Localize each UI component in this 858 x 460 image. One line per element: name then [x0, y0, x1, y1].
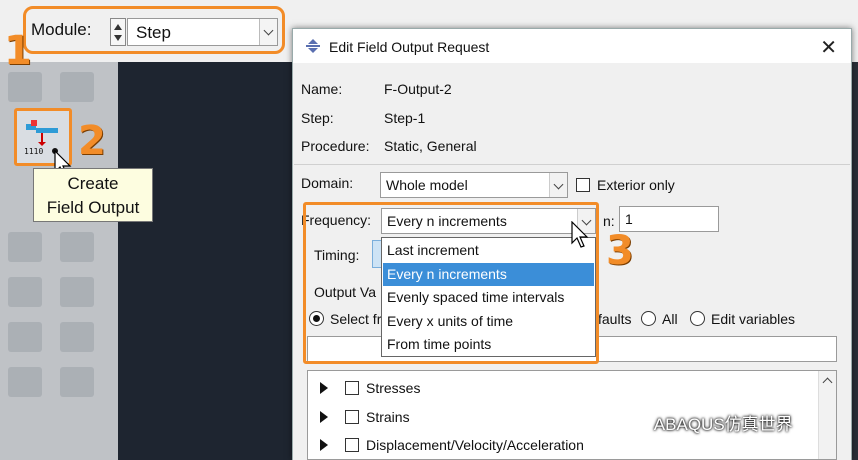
wechat-icon [621, 416, 649, 435]
dialog-titlebar[interactable]: Edit Field Output Request ✕ [293, 29, 851, 63]
domain-select[interactable]: Whole model [380, 172, 568, 198]
watermark: ABAQUS仿真世界 [620, 410, 793, 436]
callout-1: 1 [4, 28, 32, 74]
expand-icon[interactable] [320, 411, 328, 423]
all-radio[interactable] [641, 311, 656, 326]
n-label: n: [603, 213, 615, 229]
strains-checkbox[interactable] [345, 410, 359, 424]
frequency-option-last-increment[interactable]: Last increment [383, 239, 594, 262]
n-input[interactable]: 1 [619, 206, 719, 232]
callout-3: 3 [606, 228, 634, 274]
module-selector-highlight: Module: Step [23, 6, 285, 54]
step-label: Step: [301, 110, 334, 126]
scroll-up-icon[interactable] [822, 377, 833, 388]
expand-icon[interactable] [320, 439, 328, 451]
name-label: Name: [301, 81, 343, 97]
chevron-down-icon [259, 19, 277, 45]
preselected-defaults-label: faults [598, 311, 632, 327]
edit-variables-label: Edit variables [711, 311, 796, 327]
tooltip: Create Field Output [33, 168, 153, 222]
watermark-text: ABAQUS仿真世界 [653, 415, 793, 434]
frequency-option-from-time-points[interactable]: From time points [383, 333, 594, 356]
chevron-down-icon [549, 173, 567, 197]
tree-item-stresses[interactable]: Stresses [320, 379, 800, 399]
domain-value: Whole model [386, 177, 468, 193]
name-value: F-Output-2 [384, 81, 452, 97]
module-select[interactable]: Step [127, 18, 278, 46]
domain-label: Domain: [301, 175, 354, 191]
module-spinner[interactable] [110, 18, 126, 46]
all-label: All [662, 311, 678, 327]
tree-item-label: Displacement/Velocity/Acceleration [366, 437, 584, 453]
edit-variables-radio[interactable] [690, 311, 705, 326]
displacement-checkbox[interactable] [345, 438, 359, 452]
frequency-option-every-n-increments[interactable]: Every n increments [383, 263, 594, 286]
procedure-label: Procedure: [301, 138, 370, 154]
frequency-option-every-x-units[interactable]: Every x units of time [383, 310, 594, 333]
tree-item-label: Strains [366, 409, 410, 425]
tooltip-line-2: Field Output [46, 198, 140, 217]
frequency-option-evenly-spaced[interactable]: Evenly spaced time intervals [383, 286, 594, 309]
expand-icon[interactable] [320, 382, 328, 394]
module-value: Step [136, 23, 171, 42]
tooltip-line-1: Create [67, 174, 119, 193]
svg-text:1110: 1110 [24, 147, 43, 156]
callout-2: 2 [78, 118, 106, 164]
module-label: Module: [31, 20, 92, 39]
step-value: Step-1 [384, 110, 426, 126]
tree-scrollbar[interactable] [818, 371, 836, 459]
separator [294, 164, 850, 165]
frequency-options-list: Last increment Every n increments Evenly… [381, 237, 596, 357]
procedure-value: Static, General [384, 138, 477, 154]
close-icon[interactable]: ✕ [820, 35, 837, 60]
tree-item-displacement[interactable]: Displacement/Velocity/Acceleration [320, 436, 800, 456]
n-value: 1 [625, 211, 633, 227]
mouse-cursor-icon [571, 221, 589, 248]
exterior-only-checkbox[interactable] [576, 178, 590, 192]
dialog-title: Edit Field Output Request [329, 39, 490, 55]
stresses-checkbox[interactable] [345, 381, 359, 395]
viewport [118, 62, 298, 460]
tree-item-label: Stresses [366, 380, 421, 396]
dialog-app-icon [306, 39, 320, 53]
exterior-only-label: Exterior only [597, 177, 675, 193]
